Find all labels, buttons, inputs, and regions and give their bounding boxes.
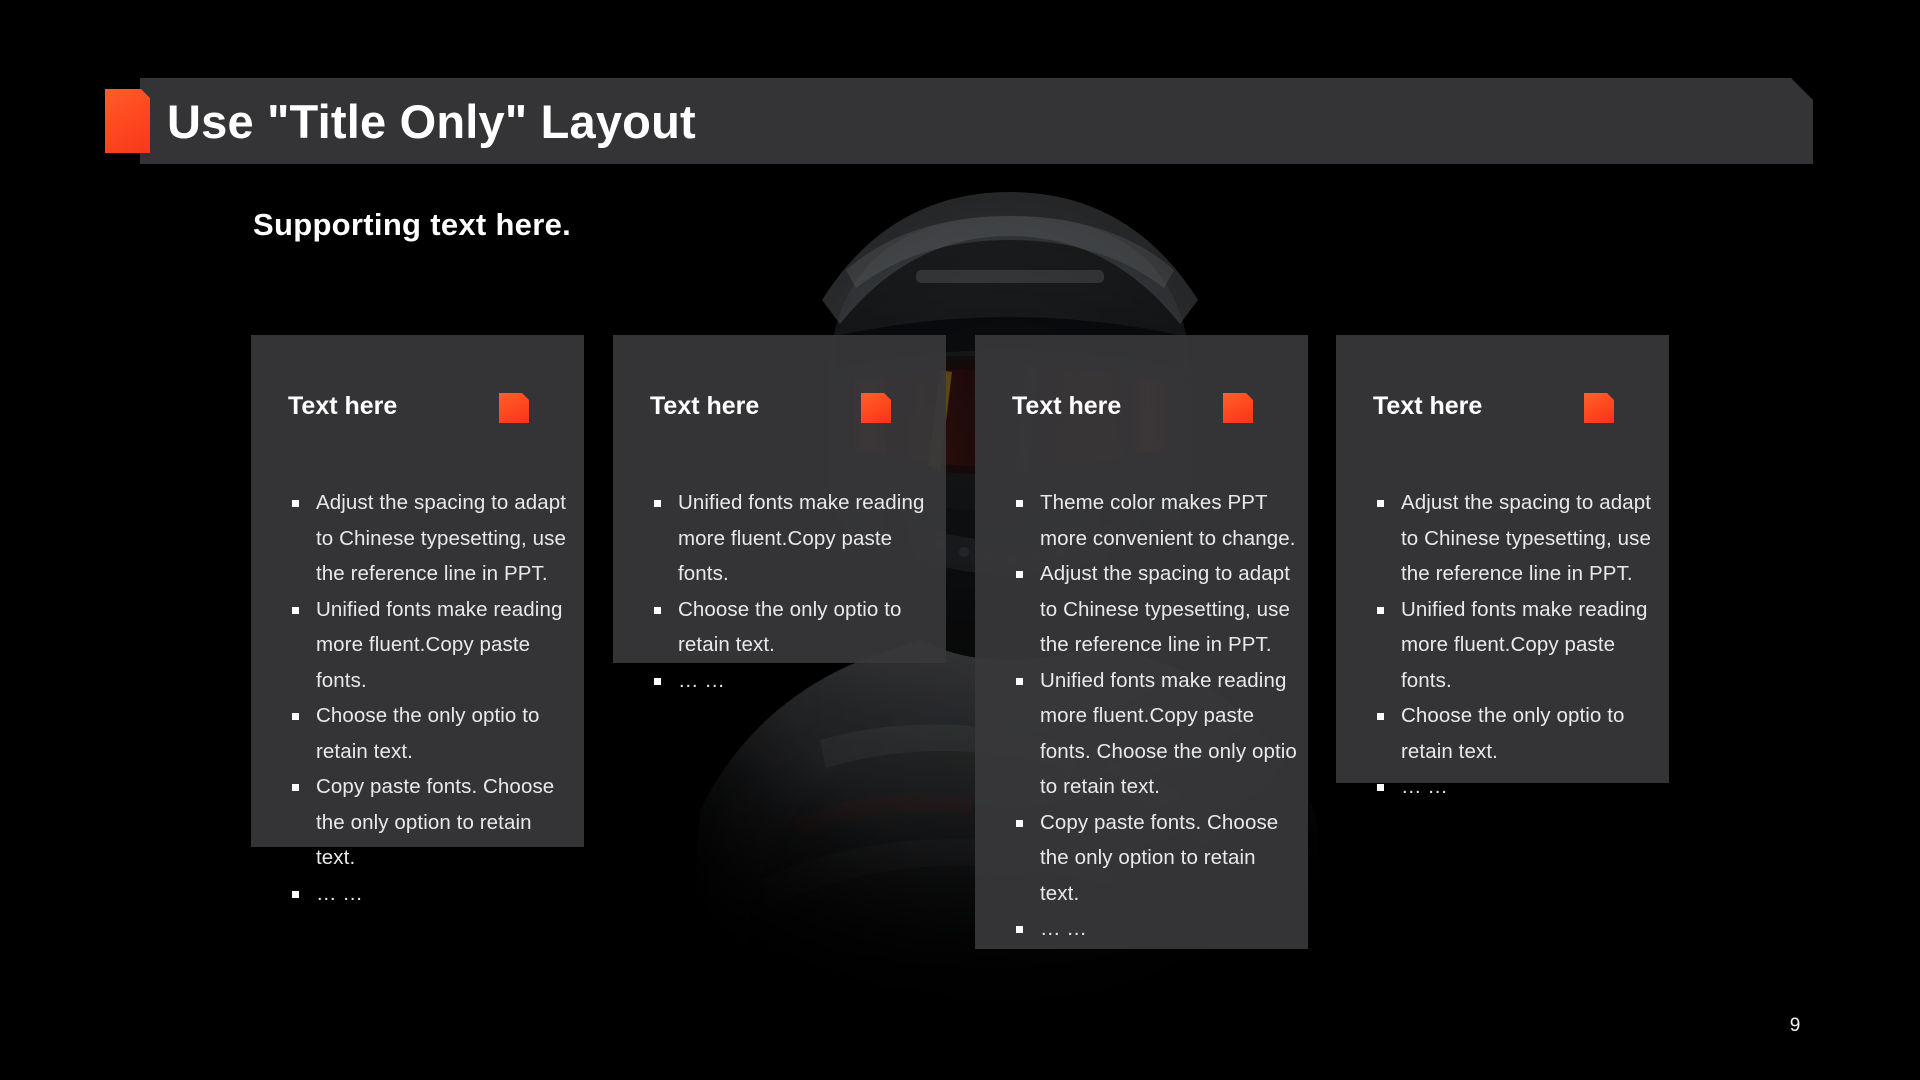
list-item-text: Adjust the spacing to adapt to Chinese t…: [1040, 562, 1291, 656]
list-item-text: … …: [678, 668, 725, 692]
list-item-text: … …: [316, 881, 363, 905]
list-item-text: Adjust the spacing to adapt to Chinese t…: [316, 491, 567, 585]
bullet-marker-icon: [1016, 677, 1023, 685]
slide-canvas: Use "Title Only" Layout Supporting text …: [0, 0, 1920, 1080]
red-square-badge-icon: [499, 393, 529, 423]
card-4-bullet-list: Adjust the spacing to adapt to Chinese t…: [1359, 485, 1661, 805]
list-item-text: Choose the only optio to retain text.: [316, 704, 540, 763]
content-card-4[interactable]: Text here Adjust the spacing to adapt to…: [1336, 335, 1669, 798]
bullet-marker-icon: [292, 606, 299, 614]
bullet-marker-icon: [1377, 500, 1384, 507]
card-1-bullet-list: Adjust the spacing to adapt to Chinese t…: [274, 485, 576, 911]
bullet-marker-icon: [1016, 500, 1023, 507]
card-4-title: Text here: [1373, 392, 1483, 420]
bullet-marker-icon: [1016, 819, 1023, 827]
list-item: Adjust the spacing to adapt to Chinese t…: [998, 556, 1300, 663]
list-item-text: Unified fonts make reading more fluent.C…: [1401, 597, 1648, 692]
bullet-marker-icon: [1377, 606, 1384, 614]
red-square-badge-icon: [861, 393, 891, 423]
list-item: Choose the only optio to retain text.: [1359, 698, 1661, 769]
list-item: Choose the only optio to retain text.: [274, 698, 576, 769]
bullet-marker-icon: [1377, 784, 1384, 791]
list-item: … …: [274, 876, 576, 912]
bullet-marker-icon: [292, 890, 299, 898]
list-item: Unified fonts make reading more fluent.C…: [636, 485, 938, 592]
list-item-text: … …: [1040, 917, 1087, 940]
list-item-text: Choose the only optio to retain text.: [678, 597, 902, 657]
list-item-text: Theme color makes PPT more convenient to…: [1040, 491, 1296, 550]
card-2-title: Text here: [650, 392, 760, 420]
list-item-text: … …: [1401, 775, 1448, 798]
list-item: Adjust the spacing to adapt to Chinese t…: [1359, 485, 1661, 592]
red-block-icon: [105, 89, 150, 153]
bullet-marker-icon: [654, 500, 661, 507]
supporting-text: Supporting text here.: [253, 207, 572, 242]
bullet-marker-icon: [1016, 571, 1023, 578]
list-item: Unified fonts make reading more fluent.C…: [1359, 592, 1661, 699]
list-item: Theme color makes PPT more convenient to…: [998, 485, 1300, 556]
card-1-title: Text here: [288, 392, 398, 420]
content-card-3[interactable]: Text here Theme color makes PPT more con…: [975, 335, 1308, 949]
content-card-2[interactable]: Text here Unified fonts make reading mor…: [613, 335, 946, 692]
page-title: Use "Title Only" Layout: [167, 95, 696, 148]
list-item: … …: [998, 911, 1300, 947]
card-3-bullet-list: Theme color makes PPT more convenient to…: [998, 485, 1300, 947]
list-item-text: Copy paste fonts. Choose the only option…: [316, 775, 555, 869]
bullet-marker-icon: [1016, 926, 1023, 933]
list-item-text: Unified fonts make reading more fluent.C…: [1040, 668, 1297, 799]
bullet-marker-icon: [292, 784, 299, 791]
list-item-text: Unified fonts make reading more fluent.C…: [678, 491, 925, 585]
list-item-text: Adjust the spacing to adapt to Chinese t…: [1401, 491, 1652, 585]
list-item-text: Copy paste fonts. Choose the only option…: [1040, 810, 1279, 905]
red-square-badge-icon: [1584, 393, 1614, 423]
list-item: Copy paste fonts. Choose the only option…: [998, 805, 1300, 912]
card-3-title: Text here: [1012, 392, 1122, 420]
bullet-marker-icon: [292, 500, 299, 507]
list-item: Copy paste fonts. Choose the only option…: [274, 769, 576, 876]
list-item: Unified fonts make reading more fluent.C…: [274, 592, 576, 699]
list-item: … …: [1359, 769, 1661, 805]
bullet-marker-icon: [654, 606, 661, 614]
list-item: Adjust the spacing to adapt to Chinese t…: [274, 485, 576, 592]
list-item-text: Unified fonts make reading more fluent.C…: [316, 597, 563, 692]
bullet-marker-icon: [654, 677, 661, 685]
red-square-badge-icon: [1223, 393, 1253, 423]
list-item: … …: [636, 663, 938, 699]
content-card-1[interactable]: Text here Adjust the spacing to adapt to…: [251, 335, 584, 905]
list-item: Unified fonts make reading more fluent.C…: [998, 663, 1300, 805]
bullet-marker-icon: [1377, 713, 1384, 720]
page-number: 9: [1789, 1015, 1801, 1036]
card-2-bullet-list: Unified fonts make reading more fluent.C…: [636, 485, 938, 698]
list-item: Choose the only optio to retain text.: [636, 592, 938, 663]
bullet-marker-icon: [292, 713, 299, 720]
list-item-text: Choose the only optio to retain text.: [1401, 704, 1625, 763]
